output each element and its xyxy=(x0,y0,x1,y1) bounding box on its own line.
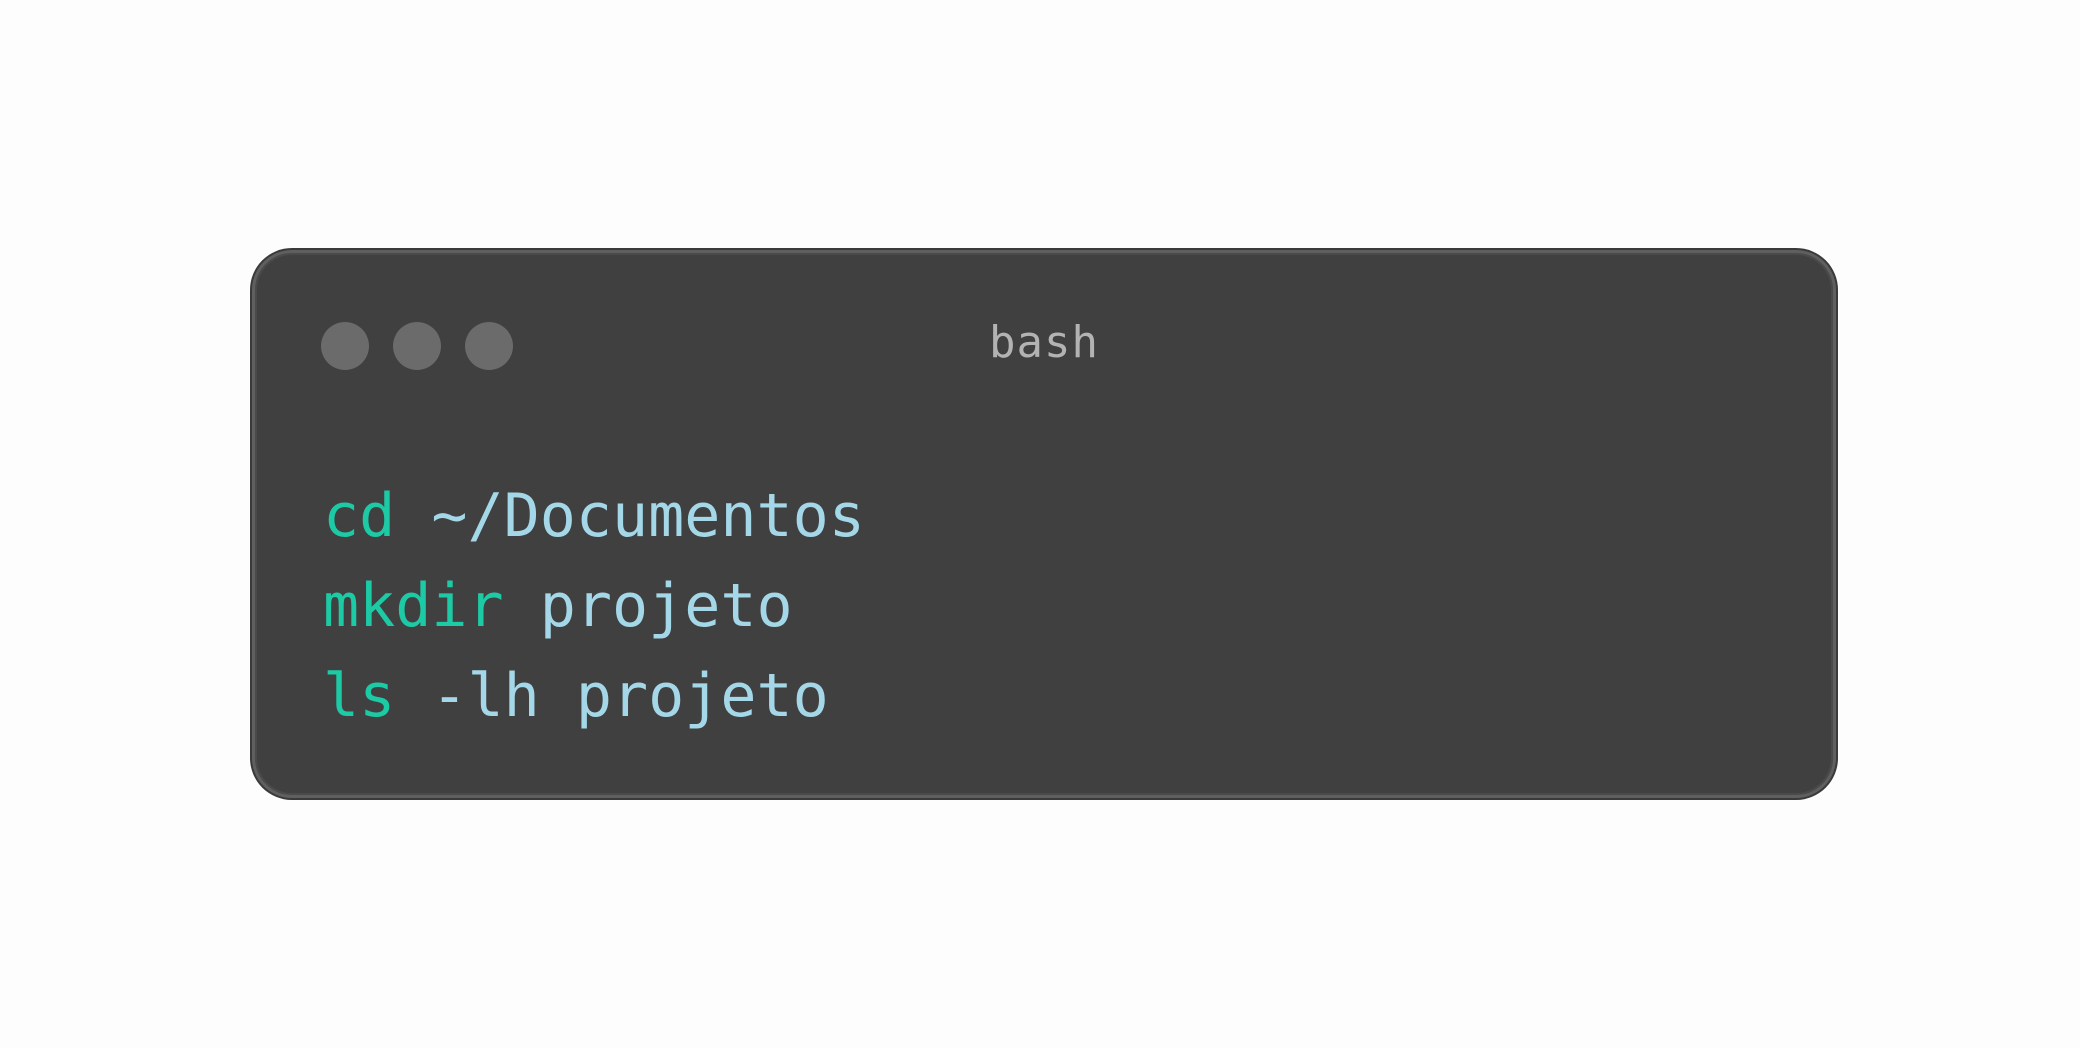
terminal-body[interactable]: cd ~/Documentos mkdir projeto ls -lh pro… xyxy=(323,471,1773,741)
command-args: ~/Documentos xyxy=(431,481,865,551)
command-args: -lh projeto xyxy=(431,661,829,731)
title-bar: bash xyxy=(255,253,1833,370)
command-line: ls -lh projeto xyxy=(323,651,1773,741)
command-name: cd xyxy=(323,481,396,551)
command-name: ls xyxy=(323,661,396,731)
terminal-window: bash cd ~/Documentos mkdir projeto ls -l… xyxy=(252,250,1836,798)
command-args: projeto xyxy=(539,571,793,641)
command-name: mkdir xyxy=(323,571,504,641)
command-line: cd ~/Documentos xyxy=(323,471,1773,561)
window-title: bash xyxy=(989,317,1099,368)
command-line: mkdir projeto xyxy=(323,561,1773,651)
